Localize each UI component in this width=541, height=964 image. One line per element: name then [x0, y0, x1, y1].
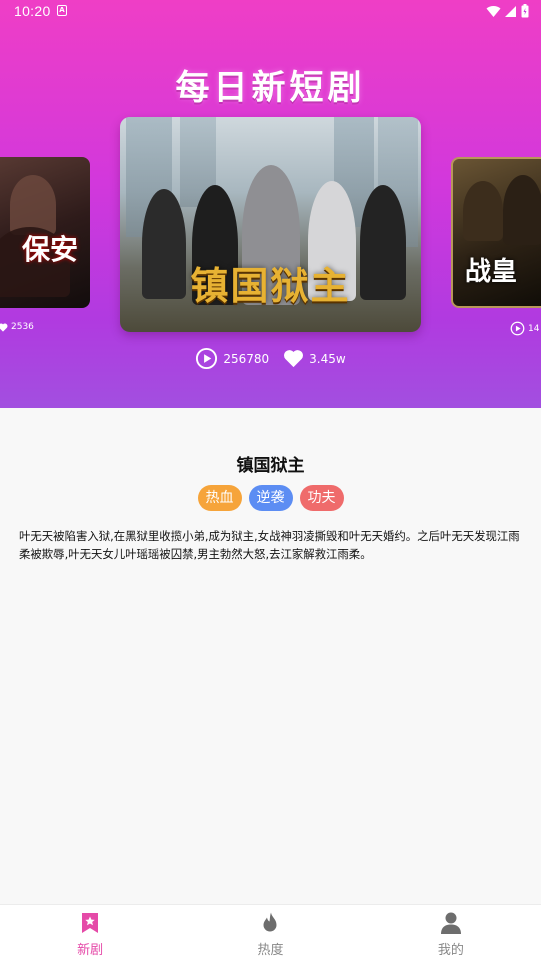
status-bar: 10:20 A	[0, 0, 541, 24]
status-time: 10:20	[14, 3, 51, 19]
drama-card-previous[interactable]: 保安	[0, 157, 90, 308]
flame-icon	[263, 912, 277, 932]
nav-label: 我的	[437, 943, 464, 958]
like-count: 3.45w	[309, 351, 346, 366]
nav-tab-hot[interactable]: 热度	[180, 905, 360, 964]
drama-title: 镇国狱主	[236, 456, 305, 476]
battery-icon	[521, 4, 529, 18]
poster-figure	[463, 181, 503, 241]
status-icons	[486, 4, 529, 18]
bottom-navigation: 新剧 热度 我的	[0, 904, 541, 964]
star-bookmark-icon	[82, 913, 99, 933]
heart-icon	[284, 350, 304, 368]
poster-title: 保安	[21, 233, 78, 266]
tag-badge[interactable]: 功夫	[299, 485, 344, 511]
card-play-stat: 14	[510, 321, 539, 336]
poster-figure	[10, 175, 56, 235]
drama-card-current[interactable]: 镇国狱主	[120, 117, 421, 332]
signal-icon	[505, 5, 516, 17]
tag-badge[interactable]: 逆袭	[248, 485, 293, 511]
poster-title: 战皇	[465, 257, 518, 287]
play-circle-icon	[196, 347, 218, 370]
poster-title: 镇国狱主	[190, 263, 351, 308]
poster-figure	[503, 175, 541, 245]
tag-badge[interactable]: 热血	[197, 485, 242, 511]
play-count-stat: 256780	[195, 347, 269, 370]
nav-tab-mine[interactable]: 我的	[361, 905, 541, 964]
drama-stats: 256780 3.45w	[0, 347, 541, 370]
person-icon	[440, 912, 461, 934]
card-play-count: 14	[528, 323, 540, 334]
nav-label: 热度	[257, 943, 284, 958]
drama-description: 叶无天被陷害入狱,在黑狱里收揽小弟,成为狱主,女战神羽凌撕毁和叶无天婚约。之后叶…	[19, 529, 520, 561]
hero-banner: 10:20 A 每日新短剧 保安 镇国狱主 战皇 2536 14 256780 …	[0, 0, 541, 408]
hero-title: 每日新短剧	[175, 68, 366, 108]
like-count-stat[interactable]: 3.45w	[283, 349, 346, 368]
drama-card-next[interactable]: 战皇	[451, 157, 541, 308]
play-circle-icon	[510, 321, 525, 336]
notification-icon: A	[57, 5, 67, 16]
play-count: 256780	[223, 351, 270, 366]
nav-label: 新剧	[77, 943, 104, 958]
card-like-stat: 2536	[0, 322, 34, 332]
nav-tab-new-drama[interactable]: 新剧	[0, 905, 180, 964]
heart-icon	[0, 323, 8, 332]
card-like-count: 2536	[11, 322, 34, 332]
wifi-icon	[486, 5, 501, 17]
tag-list: 热血 逆袭 功夫	[0, 485, 541, 511]
